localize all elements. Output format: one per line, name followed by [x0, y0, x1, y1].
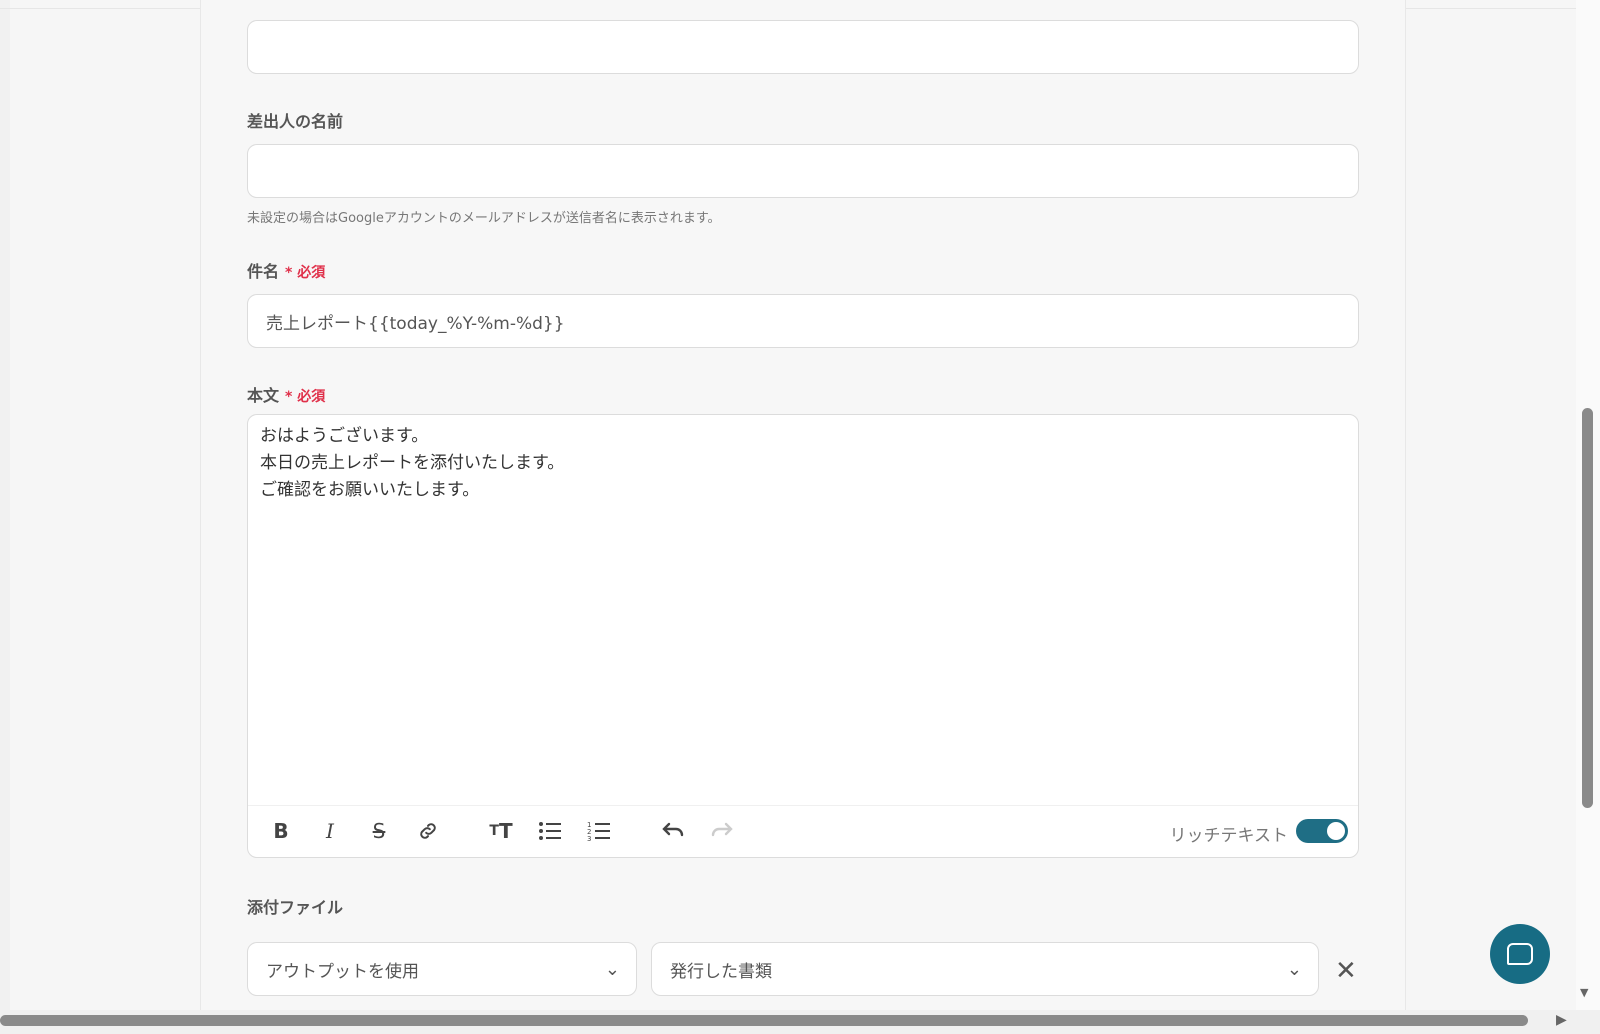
vertical-scroll-thumb[interactable]	[1582, 408, 1593, 808]
strikethrough-icon[interactable]: S	[366, 818, 392, 844]
toggle-knob	[1327, 822, 1345, 840]
required-badge: * 必須	[285, 265, 326, 281]
attachment-source-select[interactable]: アウトプットを使用 ⌄	[247, 942, 637, 996]
chevron-down-icon: ⌄	[1286, 959, 1302, 980]
attachment-output-select[interactable]: 発行した書類 ⌄	[651, 942, 1319, 996]
body-line: ご確認をお願いいたします。	[260, 480, 480, 500]
form-panel: 差出人の名前 未設定の場合はGoogleアカウントのメールアドレスが送信者名に表…	[200, 0, 1406, 1010]
attachment-output-value: 発行した書類	[670, 961, 772, 982]
svg-text:3: 3	[587, 835, 591, 842]
rich-text-toggle[interactable]	[1296, 819, 1348, 843]
chat-button[interactable]	[1490, 924, 1550, 984]
close-icon[interactable]: ✕	[1335, 956, 1357, 986]
chat-icon	[1507, 943, 1533, 965]
editor-toolbar: B I S TT 1 2 3 リッチテキスト	[248, 805, 1358, 857]
left-margin	[0, 0, 10, 1034]
rich-text-label: リッチテキスト	[1169, 826, 1289, 846]
body-text[interactable]: おはようございます。 本日の売上レポートを添付いたします。 ご確認をお願いいたし…	[260, 423, 564, 504]
body-line: 本日の売上レポートを添付いたします。	[260, 453, 565, 473]
body-label-text: 本文	[247, 386, 280, 405]
numbered-list-icon[interactable]: 1 2 3	[586, 818, 612, 844]
redo-icon[interactable]	[709, 818, 735, 844]
bold-icon[interactable]: B	[268, 818, 294, 844]
sender-name-label: 差出人の名前	[247, 112, 344, 131]
body-label: 本文 * 必須	[247, 382, 325, 406]
sender-name-input[interactable]	[247, 144, 1359, 198]
horizontal-scroll-thumb[interactable]	[0, 1015, 1528, 1026]
chevron-down-icon: ⌄	[604, 959, 620, 980]
undo-icon[interactable]	[660, 818, 686, 844]
attachment-label: 添付ファイル	[247, 898, 344, 917]
font-size-icon[interactable]: TT	[488, 818, 514, 844]
subject-input[interactable]: 売上レポート{{today_%Y-%m-%d}}	[247, 294, 1359, 348]
body-editor[interactable]: おはようございます。 本日の売上レポートを添付いたします。 ご確認をお願いいたし…	[247, 414, 1359, 858]
subject-label: 件名 * 必須	[247, 258, 325, 282]
sender-name-hint: 未設定の場合はGoogleアカウントのメールアドレスが送信者名に表示されます。	[247, 211, 721, 226]
scroll-right-arrow-icon[interactable]: ▶	[1556, 1012, 1567, 1028]
required-badge: * 必須	[285, 389, 326, 405]
link-icon[interactable]	[415, 818, 441, 844]
scroll-down-arrow-icon[interactable]: ▼	[1580, 986, 1588, 999]
bullet-list-icon[interactable]	[537, 818, 563, 844]
previous-input[interactable]	[247, 20, 1359, 74]
subject-label-text: 件名	[247, 262, 280, 281]
italic-icon[interactable]: I	[317, 818, 343, 844]
attachment-source-value: アウトプットを使用	[266, 961, 419, 982]
body-line: おはようございます。	[260, 426, 429, 446]
